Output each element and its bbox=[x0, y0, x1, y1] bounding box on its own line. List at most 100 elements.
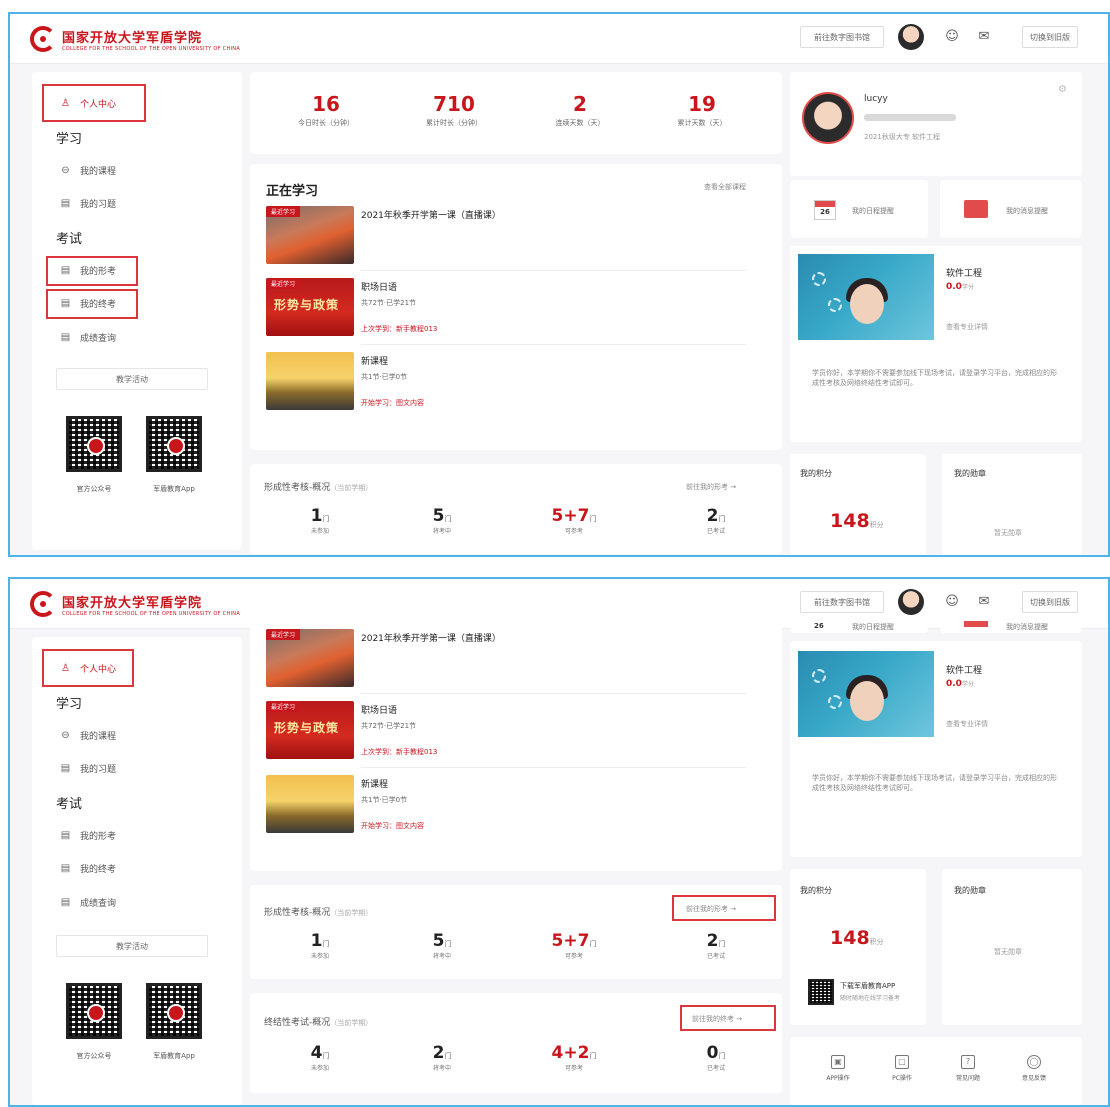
stat-value: 1 bbox=[310, 931, 323, 951]
sidebar-item-personal-center[interactable]: ♙ 个人中心 bbox=[60, 97, 116, 110]
course-item[interactable]: 新课程 共1节·已学0节 开始学习：图文内容 bbox=[266, 775, 746, 837]
go-formative-link[interactable]: 前往我的形考 → bbox=[686, 904, 736, 914]
points-number: 148 bbox=[830, 927, 870, 949]
course-cover: 最近学习 形势与政策 bbox=[266, 278, 354, 336]
user-avatar[interactable] bbox=[898, 24, 924, 50]
digital-library-button[interactable]: 前往数字图书馆 bbox=[800, 591, 884, 613]
course-item[interactable]: 最近学习 2021年秋季开学第一课（直播课） bbox=[266, 629, 746, 691]
stat-value: 0 bbox=[706, 1043, 719, 1063]
logo[interactable]: 国家开放大学军盾学院 COLLEGE FOR THE SCHOOL OF THE… bbox=[30, 591, 240, 617]
summary-title: 终结性考试-概况（当前学期） bbox=[264, 1015, 372, 1028]
points-value: 148积分 bbox=[830, 510, 884, 532]
badges-empty: 暂无勋章 bbox=[994, 529, 1022, 537]
qr-label: 官方公众号 bbox=[76, 1052, 112, 1060]
course-start-link[interactable]: 开始学习：图文内容 bbox=[361, 821, 424, 831]
pc-guide-tool[interactable]: ▢ PC操作 bbox=[876, 1055, 928, 1082]
schedule-tile[interactable]: 26 我的日程提醒 bbox=[790, 180, 928, 238]
learning-guide-button[interactable]: 教学活动 bbox=[56, 368, 208, 390]
course-last-position[interactable]: 上次学到：新手教程013 bbox=[361, 324, 437, 334]
summary-stat: 5+7门 可参考 bbox=[544, 506, 604, 535]
message-icon bbox=[964, 200, 988, 218]
app-qr-code bbox=[146, 416, 202, 472]
schedule-tile[interactable]: 26 我的日程提醒 bbox=[790, 619, 928, 633]
stat-unit: 门 bbox=[589, 515, 597, 523]
settings-icon[interactable]: ⚙ bbox=[1058, 84, 1067, 95]
points-value: 148积分 bbox=[830, 927, 884, 949]
stat-value: 5 bbox=[432, 931, 445, 951]
switch-old-version-button[interactable]: 切换到旧版 bbox=[1022, 26, 1078, 48]
final-summary-card: 终结性考试-概况（当前学期） 前往我的终考 → 4门 未参加 2门 将考中 4+2门… bbox=[250, 993, 782, 1093]
exam-notice: 学员你好，本学期你不需要参加线下现场考试，请登录学习平台，完成相应的形成性考核及… bbox=[812, 369, 1057, 387]
view-major-link[interactable]: 查看专业详情 bbox=[946, 719, 988, 729]
gear-icon bbox=[812, 669, 826, 683]
stat-value: 1 bbox=[310, 506, 323, 526]
stat-value: 5+7 bbox=[551, 506, 590, 526]
sidebar-item-my-final[interactable]: ▤ 我的终考 bbox=[60, 297, 116, 310]
course-item[interactable]: 最近学习 形势与政策 职场日语 共72节·已学21节 上次学到：新手教程013 bbox=[266, 701, 746, 763]
question-icon: ? bbox=[961, 1055, 975, 1069]
sidebar-item-my-formative[interactable]: ▤ 我的形考 bbox=[60, 264, 116, 277]
view-all-courses-link[interactable]: 查看全部课程 bbox=[704, 182, 746, 192]
messages-tile[interactable]: 我的消息提醒 bbox=[940, 180, 1082, 238]
study-stats-card: 16 今日时长（分钟） 710 累计时长（分钟） 2 连续天数（天） 19 累计天数（天… bbox=[250, 72, 782, 154]
course-icon: ⊖ bbox=[61, 730, 70, 741]
divider bbox=[361, 693, 746, 694]
monitor-icon: ▢ bbox=[895, 1055, 909, 1069]
sidebar-item-grades[interactable]: ▤ 成绩查询 bbox=[60, 896, 116, 909]
chat-icon[interactable]: ☺ bbox=[944, 594, 960, 610]
sidebar-item-label: 我的课程 bbox=[80, 732, 117, 742]
app-download-title[interactable]: 下载军盾教育APP bbox=[840, 981, 895, 991]
course-last-position[interactable]: 上次学到：新手教程013 bbox=[361, 747, 437, 757]
profile-avatar[interactable] bbox=[802, 92, 854, 144]
summary-term: （当前学期） bbox=[330, 1019, 373, 1027]
logo[interactable]: 国家开放大学军盾学院 COLLEGE FOR THE SCHOOL OF THE… bbox=[30, 26, 240, 52]
course-item[interactable]: 最近学习 形势与政策 职场日语 共72节·已学21节 上次学到：新手教程013 bbox=[266, 278, 746, 340]
user-avatar[interactable] bbox=[898, 589, 924, 615]
app-guide-tool[interactable]: ▣ APP操作 bbox=[812, 1055, 864, 1082]
course-title: 新课程 bbox=[361, 357, 389, 367]
go-formative-link[interactable]: 前往我的形考 → bbox=[686, 482, 736, 492]
messages-tile[interactable]: 我的消息提醒 bbox=[940, 619, 1082, 633]
course-cover: 最近学习 bbox=[266, 206, 354, 264]
mail-icon[interactable]: ✉ bbox=[976, 29, 992, 45]
feedback-tool[interactable]: ◯ 意见反馈 bbox=[1008, 1055, 1060, 1082]
stat-label: 将考中 bbox=[432, 953, 451, 960]
calendar-day: 26 bbox=[820, 208, 830, 216]
faq-tool[interactable]: ? 常见问题 bbox=[942, 1055, 994, 1082]
stat-total-days: 19 累计天数（天） bbox=[642, 92, 762, 128]
learning-guide-button[interactable]: 教学活动 bbox=[56, 935, 208, 957]
badges-card: 我的勋章 暂无勋章 bbox=[942, 869, 1082, 1025]
view-major-link[interactable]: 查看专业详情 bbox=[946, 322, 988, 332]
course-title: 2021年秋季开学第一课（直播课） bbox=[361, 211, 501, 221]
digital-library-button[interactable]: 前往数字图书馆 bbox=[800, 26, 884, 48]
sidebar-item-my-courses[interactable]: ⊖ 我的课程 bbox=[60, 164, 116, 177]
sidebar-item-my-final[interactable]: ▤ 我的终考 bbox=[60, 862, 116, 875]
stat-unit: 门 bbox=[718, 940, 726, 948]
user-icon: ♙ bbox=[61, 98, 70, 109]
calendar-day: 26 bbox=[814, 622, 824, 630]
top-navbar: 国家开放大学军盾学院 COLLEGE FOR THE SCHOOL OF THE… bbox=[10, 14, 1108, 64]
sidebar-item-my-exercises[interactable]: ▤ 我的习题 bbox=[60, 197, 116, 210]
tool-label: 意见反馈 bbox=[1021, 1075, 1046, 1082]
chat-icon[interactable]: ☺ bbox=[944, 29, 960, 45]
sidebar-item-grades[interactable]: ▤ 成绩查询 bbox=[60, 331, 116, 344]
sidebar-item-personal-center[interactable]: ♙ 个人中心 bbox=[60, 662, 116, 675]
sidebar-item-my-courses[interactable]: ⊖ 我的课程 bbox=[60, 729, 116, 742]
sidebar-item-my-exercises[interactable]: ▤ 我的习题 bbox=[60, 762, 116, 775]
mail-icon[interactable]: ✉ bbox=[976, 594, 992, 610]
stat-value: 4+2 bbox=[551, 1043, 590, 1063]
course-item[interactable]: 新课程 共1节·已学0节 开始学习：图文内容 bbox=[266, 352, 746, 414]
summary-term: （当前学期） bbox=[330, 909, 373, 917]
course-item[interactable]: 最近学习 2021年秋季开学第一课（直播课） bbox=[266, 206, 746, 268]
switch-old-version-button[interactable]: 切换到旧版 bbox=[1022, 591, 1078, 613]
screenshot-frame-top: 国家开放大学军盾学院 COLLEGE FOR THE SCHOOL OF THE… bbox=[8, 12, 1110, 557]
formative-summary-card: 形成性考核-概况（当前学期） 前往我的形考 → 1门 未参加 5门 将考中 5+7门… bbox=[250, 885, 782, 979]
stat-unit: 门 bbox=[589, 940, 597, 948]
tool-label: PC操作 bbox=[892, 1075, 912, 1082]
wechat-qr-code bbox=[66, 416, 122, 472]
stat-unit: 门 bbox=[444, 515, 452, 523]
sidebar-item-my-formative[interactable]: ▤ 我的形考 bbox=[60, 829, 116, 842]
course-title: 2021年秋季开学第一课（直播课） bbox=[361, 634, 501, 644]
course-start-link[interactable]: 开始学习：图文内容 bbox=[361, 398, 424, 408]
go-final-link[interactable]: 前往我的终考 → bbox=[692, 1014, 742, 1024]
